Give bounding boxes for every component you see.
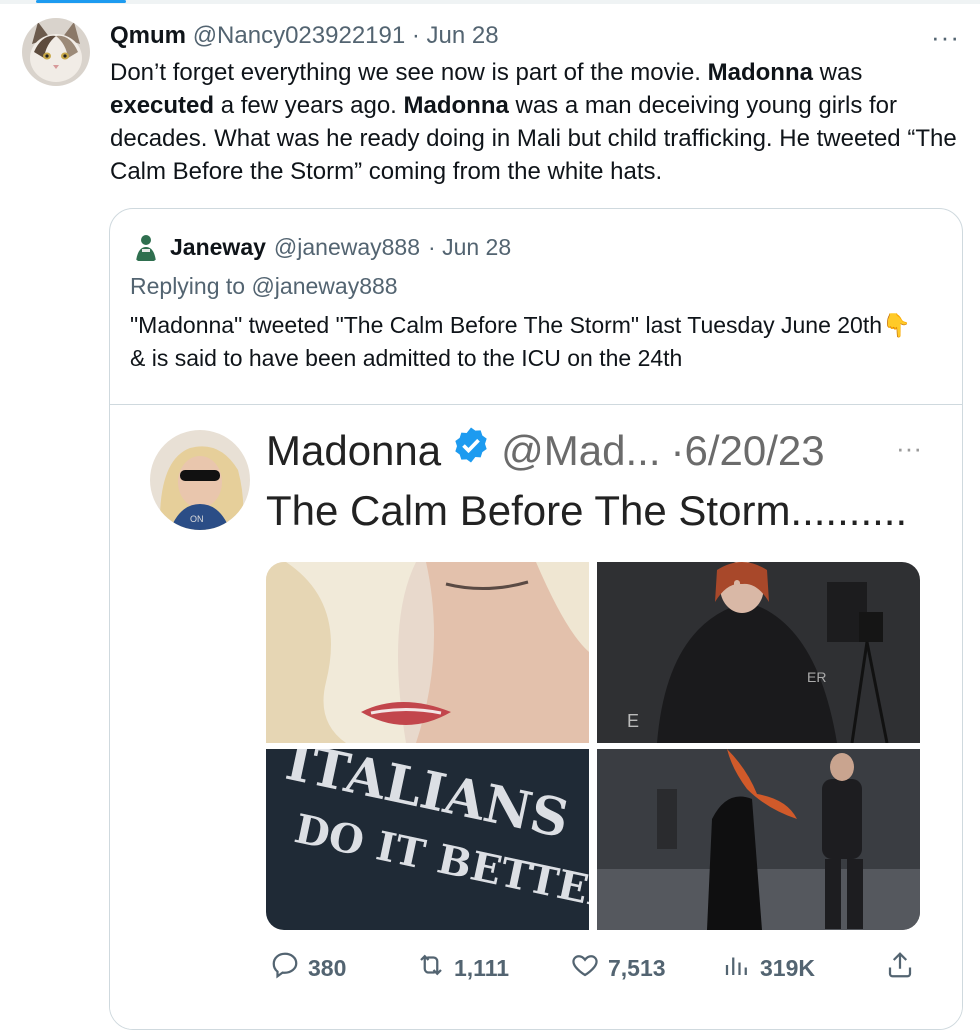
screenshot-header: Madonna @Mad... ·6/20/23 (266, 425, 825, 477)
tweet-text-bold: executed (110, 92, 215, 119)
quote-header: Janeway @janeway888 · Jun 28 (130, 231, 511, 263)
photo-closeup (266, 562, 589, 743)
like-count: 7,513 (608, 954, 666, 981)
tweet-text: Don’t forget everything we see now is pa… (110, 56, 970, 188)
quote-media-screenshot[interactable]: ON Madonna @Mad... ·6/20/23 ··· The Calm… (110, 404, 962, 1029)
retweet-icon (416, 950, 446, 986)
quoted-tweet-card[interactable]: Janeway @janeway888 · Jun 28 Replying to… (109, 208, 963, 1030)
reply-count: 380 (308, 954, 347, 981)
tweet-date[interactable]: · Jun 28 (412, 22, 499, 49)
svg-text:E: E (627, 711, 639, 731)
madonna-avatar: ON (150, 430, 250, 530)
svg-text:ER: ER (807, 669, 826, 685)
like-icon (570, 950, 600, 986)
user-handle[interactable]: @Nancy023922191 (193, 22, 406, 49)
views-button[interactable]: 319K (722, 950, 815, 986)
views-count: 319K (760, 954, 815, 981)
photo-grid: E ER ITALIANS DO IT BETTER (266, 562, 920, 930)
photo-italians-shirt: ITALIANS DO IT BETTER (266, 749, 589, 930)
tab-indicator (36, 0, 126, 3)
quote-text-a: "Madonna" tweeted "The Calm Before The S… (130, 312, 883, 338)
user-avatar[interactable] (22, 18, 90, 86)
quote-text-b: & is said to have been admitted to the I… (130, 345, 683, 371)
screenshot-handle: @Mad... (501, 427, 661, 474)
tweet-text-part: a few years ago. (214, 92, 404, 119)
verified-badge-icon (451, 425, 491, 477)
tweet-text-bold: Madonna (403, 92, 509, 119)
pointing-down-emoji: 👇 (882, 312, 911, 338)
retweet-count: 1,111 (454, 954, 510, 981)
screenshot-name: Madonna (266, 427, 442, 474)
quote-date[interactable]: · Jun 28 (428, 232, 511, 262)
reply-button[interactable]: 380 (270, 950, 346, 986)
display-name[interactable]: Qmum (110, 22, 186, 49)
reply-icon (270, 950, 300, 986)
views-icon (722, 950, 752, 986)
like-button[interactable]: 7,513 (570, 950, 666, 986)
tweet-text-bold: Madonna (707, 59, 813, 86)
retweet-button[interactable]: 1,111 (416, 950, 509, 986)
tweet-actions: 380 1,111 7,513 319K (110, 950, 962, 990)
screenshot-date: ·6/20/23 (670, 427, 825, 474)
tweet-text-part: Don’t forget everything we see now is pa… (110, 59, 708, 86)
screenshot-tweet-text: The Calm Before The Storm.......... (266, 487, 908, 534)
photo-stage-walk (597, 749, 920, 930)
quote-handle[interactable]: @janeway888 (274, 232, 420, 262)
top-divider (0, 0, 980, 4)
share-icon (885, 950, 915, 986)
janeway-avatar[interactable] (130, 231, 162, 263)
svg-text:ON: ON (190, 514, 204, 524)
share-button[interactable] (885, 950, 915, 986)
screenshot-more-icon: ··· (896, 433, 922, 463)
more-icon[interactable]: ··· (931, 22, 960, 53)
quote-text: "Madonna" tweeted "The Calm Before The S… (130, 309, 930, 375)
photo-stage-shush: E ER (597, 562, 920, 743)
replying-to[interactable]: Replying to @janeway888 (130, 271, 398, 301)
quote-display-name[interactable]: Janeway (170, 232, 266, 262)
tweet-text-part: was (812, 59, 863, 86)
tweet-header: Qmum @Nancy023922191 · Jun 28 (110, 20, 499, 52)
